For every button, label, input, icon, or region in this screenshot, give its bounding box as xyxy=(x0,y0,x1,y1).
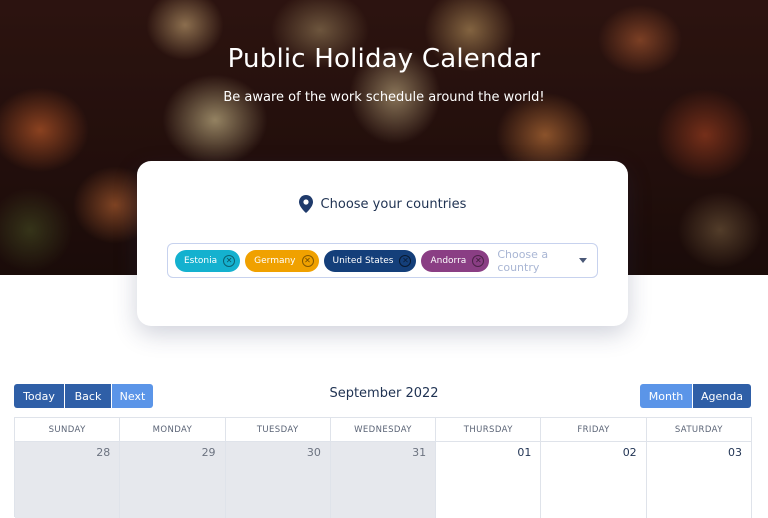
remove-chip-icon[interactable]: ✕ xyxy=(301,254,314,267)
chip-andorra: Andorra ✕ xyxy=(421,249,490,272)
day-cell[interactable]: 03 xyxy=(646,442,752,518)
weekday-header-row: SUNDAY MONDAY TUESDAY WEDNESDAY THURSDAY… xyxy=(15,418,752,442)
weekday-header: SATURDAY xyxy=(646,418,752,442)
day-number: 01 xyxy=(517,446,532,459)
day-cell[interactable]: 29 xyxy=(120,442,226,518)
card-heading: Choose your countries xyxy=(320,196,467,212)
day-number: 31 xyxy=(412,446,427,459)
day-cell[interactable]: 30 xyxy=(225,442,331,518)
day-number: 28 xyxy=(96,446,111,459)
page-subtitle: Be aware of the work schedule around the… xyxy=(223,90,545,105)
weekday-header: MONDAY xyxy=(120,418,226,442)
chip-label: Germany xyxy=(254,255,296,266)
country-selector-card: Choose your countries Estonia ✕ Germany … xyxy=(137,161,628,326)
weekday-header: SUNDAY xyxy=(15,418,121,442)
chip-label: Andorra xyxy=(430,255,467,266)
weekday-header: FRIDAY xyxy=(541,418,647,442)
month-view-button[interactable]: Month xyxy=(640,384,692,408)
country-search-input[interactable]: Choose a country xyxy=(497,248,574,274)
country-multiselect[interactable]: Estonia ✕ Germany ✕ United States ✕ Ando… xyxy=(167,243,598,278)
card-header: Choose your countries xyxy=(137,195,628,213)
chevron-down-icon[interactable] xyxy=(579,258,587,263)
weekday-header: WEDNESDAY xyxy=(330,418,437,442)
day-cell[interactable]: 02 xyxy=(541,442,647,518)
page-title: Public Holiday Calendar xyxy=(227,44,541,74)
remove-chip-icon[interactable]: ✕ xyxy=(472,254,485,267)
day-number: 29 xyxy=(201,446,216,459)
calendar-week-row: 28 29 30 31 01 02 03 xyxy=(15,442,752,518)
day-cell[interactable]: 31 xyxy=(330,442,437,518)
remove-chip-icon[interactable]: ✕ xyxy=(399,254,412,267)
month-calendar: SUNDAY MONDAY TUESDAY WEDNESDAY THURSDAY… xyxy=(14,417,752,518)
day-cell[interactable]: 28 xyxy=(15,442,121,518)
chip-label: Estonia xyxy=(184,255,218,266)
day-cell[interactable]: 01 xyxy=(436,442,542,518)
remove-chip-icon[interactable]: ✕ xyxy=(223,254,236,267)
weekday-header: TUESDAY xyxy=(225,418,331,442)
day-number: 02 xyxy=(622,446,637,459)
map-pin-icon xyxy=(298,195,313,213)
chip-label: United States xyxy=(332,255,394,266)
chip-estonia: Estonia ✕ xyxy=(175,249,241,272)
day-number: 03 xyxy=(727,446,742,459)
day-number: 30 xyxy=(306,446,321,459)
agenda-view-button[interactable]: Agenda xyxy=(693,384,751,408)
weekday-header: THURSDAY xyxy=(436,418,542,442)
chip-germany: Germany ✕ xyxy=(245,249,319,272)
chip-united-states: United States ✕ xyxy=(323,249,417,272)
